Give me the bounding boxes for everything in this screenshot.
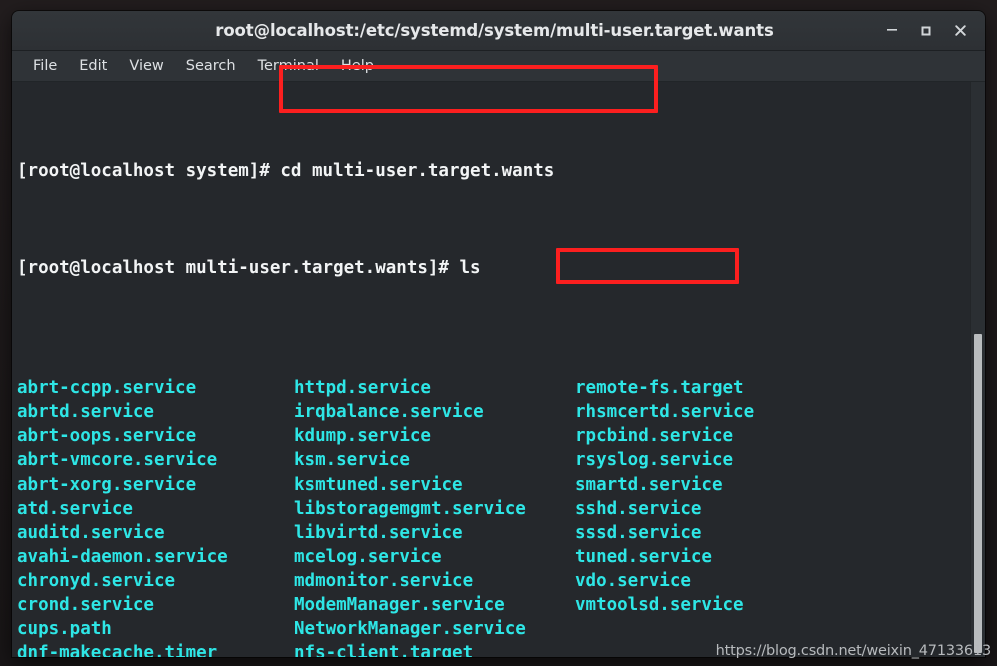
ls-entry: remote-fs.target bbox=[575, 378, 744, 399]
maximize-button[interactable] bbox=[909, 11, 943, 50]
ls-entry: sshd.service bbox=[575, 498, 702, 519]
menu-item-help[interactable]: Help bbox=[330, 55, 385, 78]
ls-entry: rhsmcertd.service bbox=[575, 402, 755, 423]
minimize-button[interactable] bbox=[875, 11, 909, 53]
ls-listing-row: abrt-vmcore.service ksm.service rsyslog.se… bbox=[17, 448, 985, 472]
ls-entry: mcelog.service bbox=[294, 546, 442, 567]
close-icon bbox=[954, 25, 966, 36]
ls-listing-row: abrtd.service irqbalance.service rhsmcertd… bbox=[17, 400, 985, 424]
ls-entry: abrt-vmcore.service bbox=[17, 450, 218, 471]
menu-item-search[interactable]: Search bbox=[175, 55, 247, 78]
ls-entry: httpd.service bbox=[294, 378, 431, 399]
terminal-viewport[interactable]: [root@localhost system]# cd multi-user.t… bbox=[12, 82, 985, 657]
ls-listing-row: auditd.service libvirtd.service sssd.servi… bbox=[17, 521, 985, 545]
ls-entry: libvirtd.service bbox=[294, 522, 463, 543]
terminal-output[interactable]: [root@localhost system]# cd multi-user.t… bbox=[12, 82, 985, 657]
ls-entry: abrt-oops.service bbox=[17, 426, 197, 447]
terminal-line-prompt-1: [root@localhost system]# cd multi-user.t… bbox=[17, 161, 555, 182]
terminal-line-prompt-2: [root@localhost multi-user.target.wants]… bbox=[17, 257, 481, 278]
ls-entry: NetworkManager.service bbox=[294, 619, 526, 640]
ls-entry: kdump.service bbox=[294, 426, 431, 447]
ls-entry: mdmonitor.service bbox=[294, 570, 474, 591]
desktop-backdrop: root@localhost:/etc/systemd/system/multi… bbox=[0, 0, 997, 666]
ls-entry: vmtoolsd.service bbox=[575, 594, 744, 615]
menu-item-edit[interactable]: Edit bbox=[68, 55, 118, 78]
ls-listing-row: avahi-daemon.service mcelog.service tuned.… bbox=[17, 545, 985, 569]
menu-item-terminal[interactable]: Terminal bbox=[247, 55, 330, 78]
ls-entry: libstoragemgmt.service bbox=[294, 498, 526, 519]
ls-listing-row: chronyd.service mdmonitor.service vdo.serv… bbox=[17, 569, 985, 593]
ls-entry: avahi-daemon.service bbox=[17, 546, 228, 567]
watermark-url: https://blog.csdn.net/weixin_47133613 bbox=[715, 643, 991, 659]
ls-entry: rsyslog.service bbox=[575, 450, 734, 471]
ls-entry: ksm.service bbox=[294, 450, 410, 471]
titlebar[interactable]: root@localhost:/etc/systemd/system/multi… bbox=[12, 11, 985, 51]
menubar: File Edit View Search Terminal Help bbox=[12, 51, 985, 82]
ls-entry: ksmtuned.service bbox=[294, 474, 463, 495]
close-button[interactable] bbox=[943, 11, 977, 50]
window-title: root@localhost:/etc/systemd/system/multi… bbox=[215, 21, 774, 40]
window-controls bbox=[875, 11, 977, 50]
ls-listing-row: crond.service ModemManager.service vmtools… bbox=[17, 593, 985, 617]
ls-listing-row: cups.path NetworkManager.service bbox=[17, 617, 985, 641]
terminal-window: root@localhost:/etc/systemd/system/multi… bbox=[12, 11, 985, 657]
minimize-icon bbox=[887, 28, 897, 31]
maximize-icon bbox=[921, 26, 931, 35]
ls-entry: crond.service bbox=[17, 594, 154, 615]
ls-entry: abrt-xorg.service bbox=[17, 474, 197, 495]
ls-listing: abrt-ccpp.service httpd.service remote-fs.… bbox=[17, 376, 985, 657]
ls-entry: nfs-client.target bbox=[294, 643, 474, 657]
menu-item-view[interactable]: View bbox=[118, 55, 174, 78]
ls-listing-row: abrt-ccpp.service httpd.service remote-fs.… bbox=[17, 376, 985, 400]
ls-entry: sssd.service bbox=[575, 522, 702, 543]
ls-entry: rpcbind.service bbox=[575, 426, 734, 447]
ls-entry: tuned.service bbox=[575, 546, 712, 567]
ls-entry: vdo.service bbox=[575, 570, 691, 591]
ls-listing-row: atd.service libstoragemgmt.service sshd.se… bbox=[17, 497, 985, 521]
menu-item-file[interactable]: File bbox=[22, 55, 68, 78]
scrollbar-track[interactable] bbox=[970, 82, 985, 657]
ls-entry: chronyd.service bbox=[17, 570, 176, 591]
scrollbar-thumb[interactable] bbox=[974, 334, 982, 653]
ls-entry: abrtd.service bbox=[17, 402, 154, 423]
ls-entry: abrt-ccpp.service bbox=[17, 378, 197, 399]
ls-entry: smartd.service bbox=[575, 474, 723, 495]
ls-entry: dnf-makecache.timer bbox=[17, 643, 218, 657]
ls-entry: irqbalance.service bbox=[294, 402, 484, 423]
ls-listing-row: abrt-oops.service kdump.service rpcbind.se… bbox=[17, 424, 985, 448]
ls-listing-row: abrt-xorg.service ksmtuned.service smartd.… bbox=[17, 473, 985, 497]
ls-entry: atd.service bbox=[17, 498, 133, 519]
ls-entry: cups.path bbox=[17, 619, 112, 640]
ls-entry: auditd.service bbox=[17, 522, 165, 543]
ls-entry: ModemManager.service bbox=[294, 594, 505, 615]
